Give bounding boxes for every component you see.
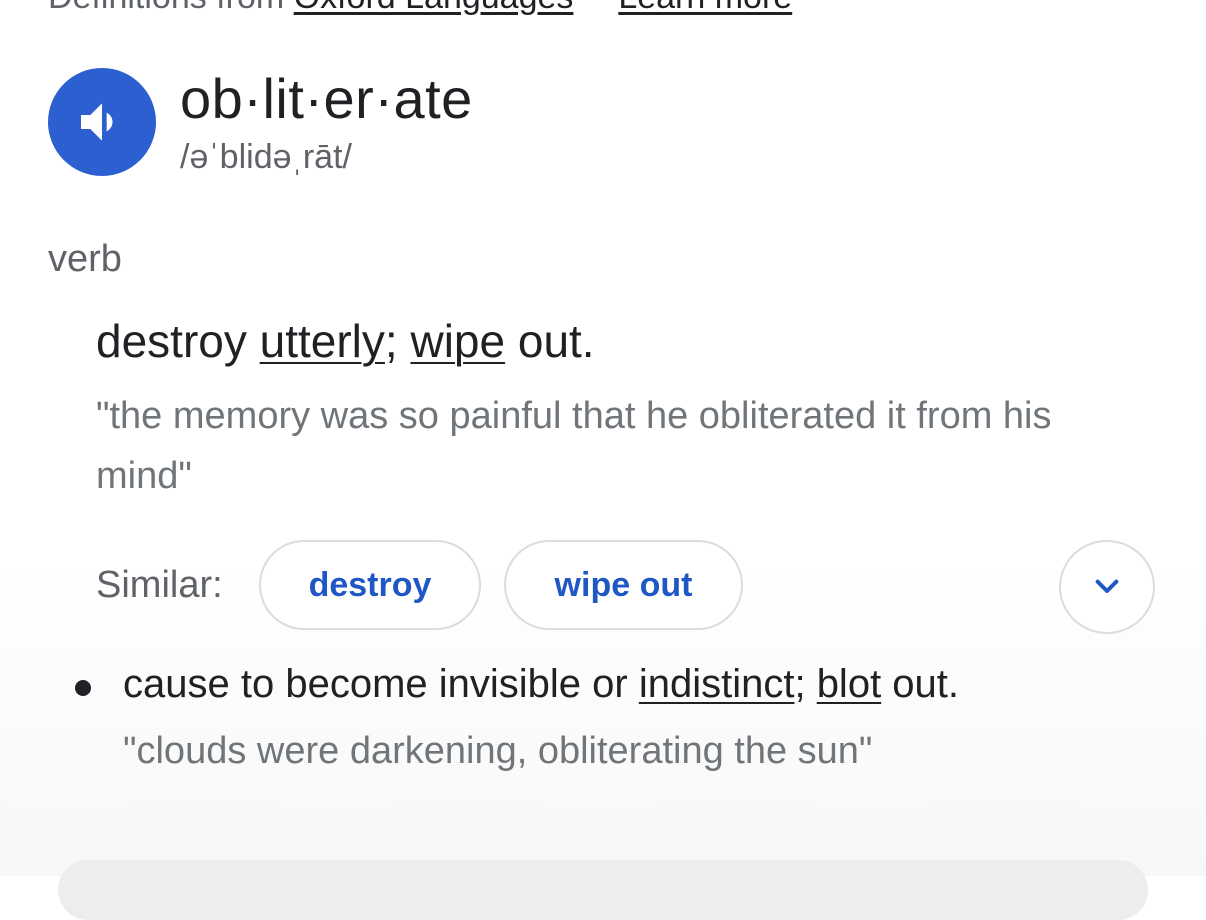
oxford-languages-link[interactable]: Oxford Languages	[294, 0, 574, 16]
definition-1-example: "the memory was so painful that he oblit…	[96, 395, 1052, 497]
speaker-volume-icon	[81, 103, 113, 141]
definition-2-link-blot[interactable]: blot	[817, 662, 882, 706]
definition-1-separator: ;	[384, 315, 411, 367]
part-of-speech: verb	[48, 238, 122, 280]
definitions-source-line: Definitions from Oxford Languages Learn …	[48, 0, 792, 17]
definition-2-example: "clouds were darkening, obliterating the…	[123, 730, 873, 772]
definition-2-link-indistinct[interactable]: indistinct	[639, 662, 795, 706]
phonetic-spelling: /əˈblidəˌrāt/	[180, 138, 352, 176]
expand-similar-button[interactable]	[1059, 540, 1155, 634]
bottom-card	[58, 860, 1148, 920]
source-prefix: Definitions from	[48, 0, 284, 16]
definition-1-link-utterly[interactable]: utterly	[260, 315, 385, 367]
pronunciation-audio-button[interactable]	[48, 68, 156, 176]
definition-2-text-start: cause to become invisible or	[123, 662, 639, 706]
similar-chip-wipe-out[interactable]: wipe out	[504, 540, 743, 630]
headword: ob·lit·er·ate	[180, 67, 473, 130]
learn-more-link[interactable]: Learn more	[618, 0, 792, 16]
definition-1-text-end: out.	[505, 315, 595, 367]
definition-2-separator: ;	[794, 662, 817, 706]
definition-2: cause to become invisible or indistinct;…	[123, 662, 959, 707]
definition-1: destroy utterly; wipe out.	[96, 314, 595, 368]
definition-1-link-wipe[interactable]: wipe	[410, 315, 505, 367]
similar-chip-destroy[interactable]: destroy	[259, 540, 481, 630]
definition-2-text-end: out.	[881, 662, 960, 706]
definition-1-text-start: destroy	[96, 315, 260, 367]
chevron-down-icon	[1095, 579, 1119, 593]
similar-words-row: Similar: destroy wipe out	[96, 540, 1156, 634]
definition-2-bullet	[75, 680, 91, 696]
similar-label: Similar:	[96, 564, 223, 606]
